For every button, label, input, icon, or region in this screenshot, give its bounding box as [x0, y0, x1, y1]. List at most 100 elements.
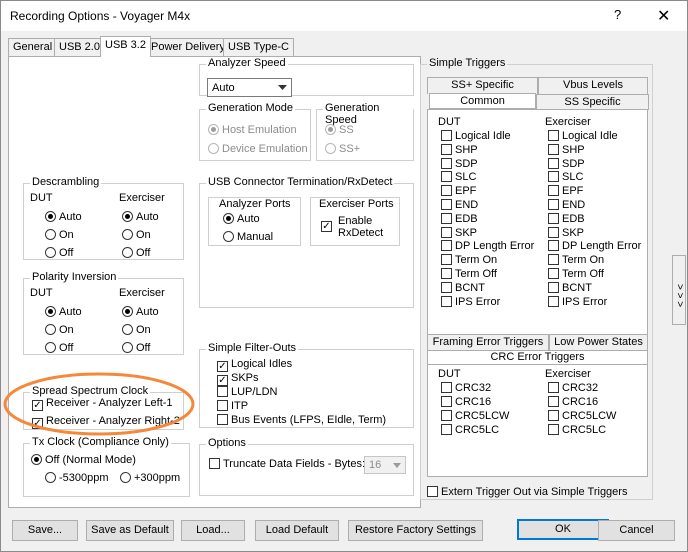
dut-trigger-checkbox[interactable]: SKP — [441, 226, 477, 239]
tab-crc-error-triggers[interactable]: CRC Error Triggers — [428, 351, 647, 365]
tx-clock-group: Tx Clock (Compliance Only) Off (Normal M… — [23, 436, 190, 497]
exerciser-crc-checkbox[interactable]: CRC5LCW — [548, 410, 616, 422]
dut-trigger-checkbox[interactable]: SDP — [441, 157, 478, 170]
tab-usb-type-c[interactable]: USB Type-C — [223, 38, 294, 56]
descrambling-dut-auto-radio[interactable]: Auto — [45, 211, 82, 223]
exerciser-trigger-checkbox[interactable]: SKP — [548, 226, 585, 239]
dut-crc-checkbox[interactable]: CRC5LCW — [441, 410, 509, 422]
descrambling-dut-off-radio[interactable]: Off — [45, 247, 73, 259]
descrambling-exerciser-off-radio[interactable]: Off — [122, 247, 150, 259]
analyzer-ports-manual-radio[interactable]: Manual — [223, 231, 273, 243]
polarity-exerciser-off-radio[interactable]: Off — [122, 342, 150, 354]
crc-exerciser-label: Exerciser — [545, 368, 591, 380]
exerciser-trigger-checkbox[interactable]: IPS Error — [548, 295, 607, 308]
exerciser-trigger-label: END — [562, 199, 586, 211]
exerciser-trigger-checkbox[interactable]: Term On — [548, 254, 604, 266]
tab-ss-specific[interactable]: SS Specific — [536, 94, 649, 110]
checkbox-box — [441, 226, 452, 238]
exerciser-trigger-checkbox[interactable]: Term Off — [548, 268, 604, 280]
host-emulation-radio[interactable]: Host Emulation — [208, 124, 297, 136]
truncate-bytes-select[interactable]: 16 — [364, 456, 406, 474]
exerciser-crc-checkbox[interactable]: CRC5LC — [548, 424, 606, 436]
truncate-data-fields-checkbox[interactable]: Truncate Data Fields - Bytes: — [209, 458, 365, 470]
dut-crc-checkbox[interactable]: CRC32 — [441, 382, 491, 394]
exerciser-trigger-checkbox[interactable]: SLC — [548, 171, 583, 183]
tab-framing-error-triggers[interactable]: Framing Error Triggers — [427, 334, 549, 350]
tab-usb-2-0[interactable]: USB 2.0 — [54, 38, 105, 56]
device-emulation-radio[interactable]: Device Emulation — [208, 143, 308, 155]
exerciser-crc-checkbox[interactable]: CRC16 — [548, 396, 598, 408]
dut-trigger-checkbox[interactable]: BCNT — [441, 281, 485, 294]
tab-vbus-levels[interactable]: Vbus Levels — [538, 77, 648, 94]
dut-trigger-checkbox[interactable]: EPF — [441, 185, 476, 197]
descrambling-exerciser-on-radio[interactable]: On — [122, 229, 151, 241]
dut-trigger-label: SHP — [455, 143, 478, 156]
exerciser-trigger-checkbox[interactable]: BCNT — [548, 281, 592, 294]
tab-power-delivery[interactable]: Power Delivery — [146, 38, 230, 56]
checkbox-box — [548, 226, 559, 238]
exerciser-trigger-checkbox[interactable]: EDB — [548, 212, 585, 225]
side-panel-toggle[interactable]: > > > — [672, 255, 686, 325]
checkbox-box — [548, 268, 559, 279]
filter-lup-ldn-checkbox[interactable]: LUP/LDN — [217, 386, 277, 398]
dut-trigger-checkbox[interactable]: IPS Error — [441, 295, 500, 308]
load-button[interactable]: Load... — [181, 520, 245, 541]
tx-clock-plus-radio[interactable]: +300ppm — [120, 472, 180, 484]
polarity-exerciser-auto-radio[interactable]: Auto — [122, 306, 159, 318]
dut-trigger-checkbox[interactable]: END — [441, 199, 478, 211]
save-button[interactable]: Save... — [12, 520, 78, 541]
analyzer-speed-select[interactable]: Auto — [207, 78, 292, 97]
tab-low-power-states[interactable]: Low Power States — [549, 334, 648, 350]
tab-general[interactable]: General — [8, 38, 58, 56]
polarity-exerciser-on-radio[interactable]: On — [122, 324, 151, 336]
close-button[interactable]: ✕ — [657, 6, 670, 26]
filter-itp-checkbox[interactable]: ITP — [217, 400, 248, 412]
dut-trigger-checkbox[interactable]: Logical Idle — [441, 130, 511, 142]
dut-trigger-checkbox[interactable]: EDB — [441, 212, 478, 225]
extern-trigger-out-checkbox[interactable]: Extern Trigger Out via Simple Triggers — [427, 486, 627, 498]
exerciser-trigger-label: EDB — [562, 212, 585, 225]
filter-bus-events-checkbox[interactable]: Bus Events (LFPS, EIdle, Term) — [217, 414, 386, 426]
exerciser-trigger-list: Logical Idle SHP SDP SLC EPF END EDB SKP DP Leng… — [548, 130, 648, 354]
filter-skps-checkbox[interactable]: ✓ SKPs — [217, 372, 259, 386]
analyzer-ports-auto-radio[interactable]: Auto — [223, 213, 260, 225]
polarity-exerciser-label: Exerciser — [119, 287, 165, 299]
tx-clock-off-radio[interactable]: Off (Normal Mode) — [31, 454, 136, 466]
exerciser-trigger-checkbox[interactable]: DP Length Error — [548, 240, 641, 252]
cancel-button[interactable]: Cancel — [598, 520, 675, 541]
help-button[interactable]: ? — [614, 7, 621, 22]
exerciser-trigger-checkbox[interactable]: SDP — [548, 157, 585, 170]
ok-button[interactable]: OK — [517, 519, 609, 540]
dut-trigger-checkbox[interactable]: Term On — [441, 254, 497, 266]
exerciser-crc-checkbox[interactable]: CRC32 — [548, 382, 598, 394]
descrambling-dut-on-radio[interactable]: On — [45, 229, 74, 241]
polarity-dut-on-radio[interactable]: On — [45, 324, 74, 336]
dut-trigger-checkbox[interactable]: SLC — [441, 171, 476, 183]
polarity-dut-auto-radio[interactable]: Auto — [45, 306, 82, 318]
exerciser-trigger-checkbox[interactable]: END — [548, 199, 585, 211]
ss-radio[interactable]: SS — [325, 124, 354, 136]
dut-trigger-checkbox[interactable]: Term Off — [441, 268, 497, 280]
polarity-dut-off-radio[interactable]: Off — [45, 342, 73, 354]
descrambling-exerciser-auto-radio[interactable]: Auto — [122, 211, 159, 223]
exerciser-trigger-checkbox[interactable]: Logical Idle — [548, 130, 618, 142]
tx-clock-minus-radio[interactable]: -5300ppm — [45, 472, 109, 484]
dut-trigger-checkbox[interactable]: SHP — [441, 143, 478, 156]
checkbox-box — [548, 185, 559, 197]
ss-plus-radio[interactable]: SS+ — [325, 143, 360, 155]
save-as-default-button[interactable]: Save as Default — [86, 520, 174, 541]
filter-logical-idles-checkbox[interactable]: ✓ Logical Idles — [217, 358, 292, 372]
tab-ss-plus-specific[interactable]: SS+ Specific — [427, 77, 538, 94]
restore-factory-settings-button[interactable]: Restore Factory Settings — [348, 520, 483, 541]
load-default-button[interactable]: Load Default — [255, 520, 339, 541]
exerciser-trigger-checkbox[interactable]: SHP — [548, 143, 585, 156]
dut-trigger-checkbox[interactable]: DP Length Error — [441, 240, 534, 252]
generation-mode-group: Generation Mode Host Emulation Device Em… — [199, 102, 311, 161]
exerciser-trigger-checkbox[interactable]: EPF — [548, 185, 583, 197]
tab-common[interactable]: Common — [429, 93, 536, 109]
dut-crc-checkbox[interactable]: CRC16 — [441, 396, 491, 408]
enable-rxdetect-checkbox[interactable]: ✓ — [321, 218, 335, 232]
tab-usb-3-2[interactable]: USB 3.2 — [100, 36, 151, 57]
dut-crc-checkbox[interactable]: CRC5LC — [441, 424, 499, 436]
exerciser-trigger-label: SKP — [562, 226, 585, 239]
